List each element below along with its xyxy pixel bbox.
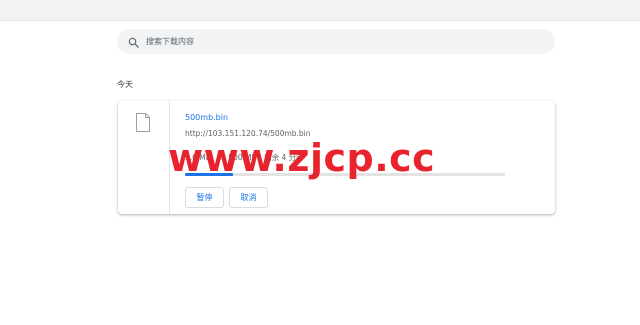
file-icon-column <box>118 101 170 214</box>
watermark-text: www.zjcp.cc <box>168 136 436 180</box>
date-section-label: 今天 <box>117 80 133 89</box>
pause-button[interactable]: 暂停 <box>185 187 224 208</box>
search-bar[interactable] <box>117 29 555 54</box>
file-icon <box>135 113 151 136</box>
cancel-button[interactable]: 取消 <box>229 187 268 208</box>
file-name-link[interactable]: 500mb.bin <box>185 113 228 122</box>
search-input[interactable] <box>146 31 526 52</box>
top-toolbar <box>0 0 640 21</box>
search-icon <box>127 35 141 49</box>
